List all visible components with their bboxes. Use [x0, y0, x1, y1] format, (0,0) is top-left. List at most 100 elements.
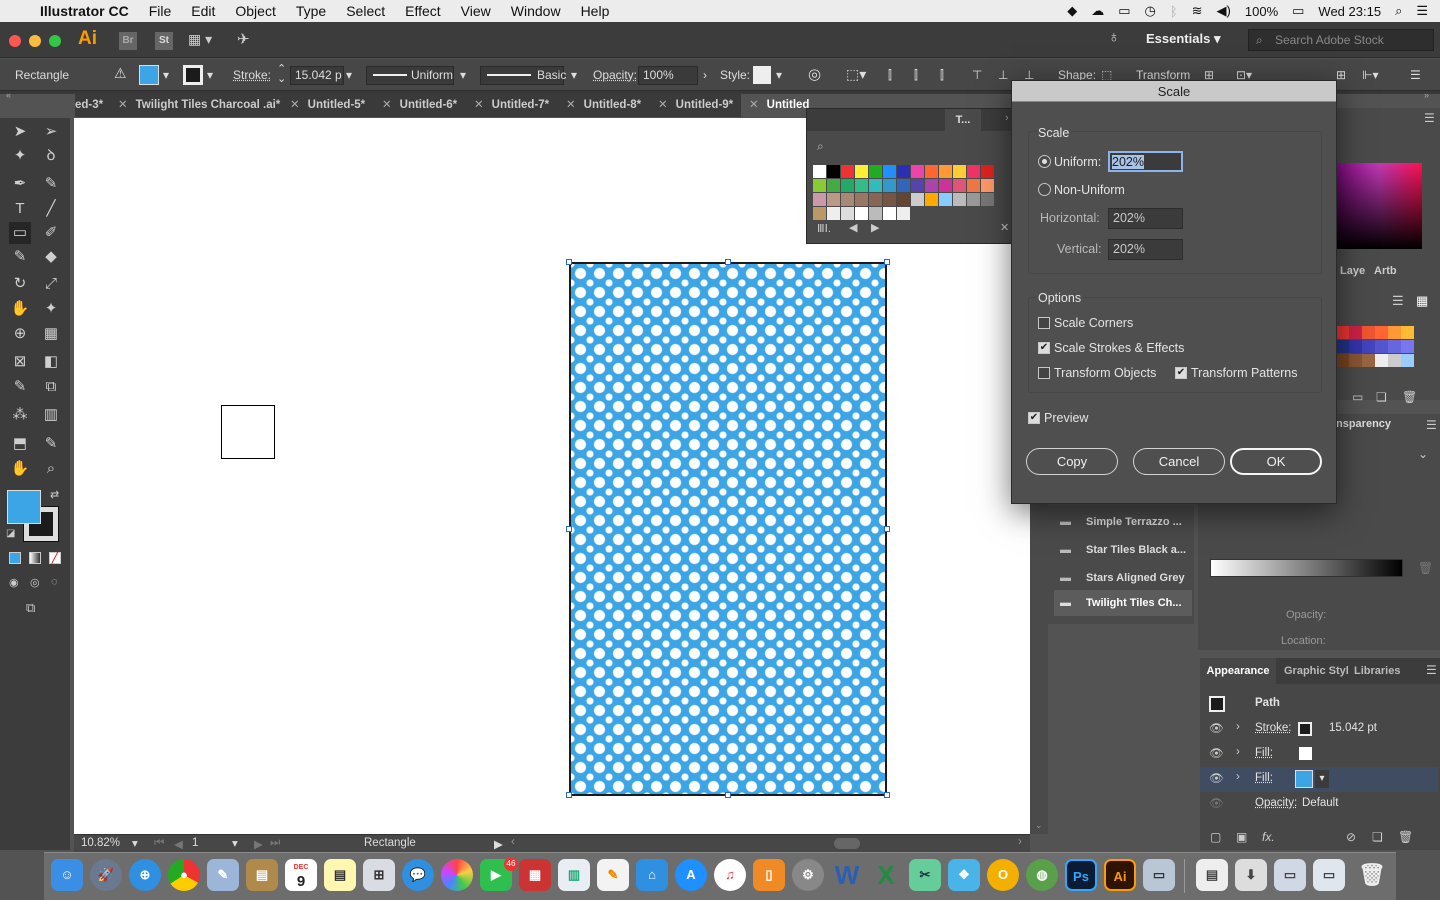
- curvature-tool-icon[interactable]: ✎: [40, 173, 62, 195]
- selection-handle[interactable]: [725, 792, 731, 798]
- slice-tool-icon[interactable]: ✎: [40, 433, 62, 455]
- selection-handle[interactable]: [725, 259, 731, 265]
- uniform-label[interactable]: Uniform:: [1054, 155, 1101, 169]
- library-item[interactable]: ▬ Simple Terrazzo ...: [1054, 510, 1192, 534]
- excel-icon[interactable]: X: [870, 859, 902, 891]
- eyedropper-tool-icon[interactable]: ✎: [9, 376, 31, 398]
- prev-artboard-icon[interactable]: ◀: [174, 837, 183, 851]
- perspective-grid-tool-icon[interactable]: ▦: [40, 323, 62, 345]
- preview-app-icon[interactable]: ✎: [207, 859, 239, 891]
- color-swatch[interactable]: [883, 193, 896, 206]
- color-swatch[interactable]: [1336, 340, 1349, 353]
- gradient-delete-icon[interactable]: 🗑: [1418, 561, 1433, 575]
- word-icon[interactable]: W: [831, 859, 863, 891]
- trash-icon[interactable]: 🗑: [1356, 859, 1388, 891]
- chrome-icon[interactable]: ●: [168, 859, 200, 891]
- launchpad-icon[interactable]: 🚀: [90, 859, 122, 891]
- stroke-label[interactable]: Stroke:: [233, 68, 271, 82]
- first-artboard-icon[interactable]: ⏮: [154, 837, 164, 850]
- line-tool-icon[interactable]: ╱: [40, 198, 62, 220]
- visibility-eye-icon[interactable]: 👁: [1209, 721, 1224, 735]
- selection-handle[interactable]: [566, 792, 572, 798]
- library-item-selected[interactable]: ▬ Twilight Tiles Ch...: [1054, 590, 1192, 616]
- gradient-bar[interactable]: [1210, 559, 1403, 577]
- color-swatch[interactable]: [967, 165, 980, 178]
- visibility-eye-icon[interactable]: 👁: [1209, 771, 1224, 785]
- tab-document-7[interactable]: ✕ Untitled-9*: [658, 94, 733, 117]
- draw-inside-icon[interactable]: ◌: [51, 576, 58, 588]
- display-app-icon[interactable]: ▭: [1143, 859, 1175, 891]
- volume-icon[interactable]: ◀): [1217, 3, 1231, 19]
- tab-document-5[interactable]: ✕ Untitled-7*: [474, 94, 549, 117]
- selection-handle[interactable]: [566, 526, 572, 532]
- add-effect-icon[interactable]: fx.: [1262, 830, 1275, 844]
- illustrator-dock-icon[interactable]: Ai: [1104, 859, 1136, 891]
- duplicate-item-icon[interactable]: ❏: [1372, 830, 1383, 844]
- menu-window[interactable]: Window: [501, 3, 571, 19]
- color-swatch[interactable]: [841, 165, 854, 178]
- color-swatch[interactable]: [827, 179, 840, 192]
- ibooks-icon[interactable]: ▯: [753, 859, 785, 891]
- color-swatch[interactable]: [1362, 340, 1375, 353]
- tab-artboards[interactable]: Artb: [1374, 265, 1397, 277]
- menu-type[interactable]: Type: [286, 3, 336, 19]
- align-right-icon[interactable]: ⫿: [940, 68, 944, 83]
- color-swatch[interactable]: [1362, 326, 1375, 339]
- rotate-tool-icon[interactable]: ↻: [9, 273, 31, 295]
- scroll-down-icon[interactable]: ⌄: [1035, 820, 1043, 831]
- shaper-tool-icon[interactable]: ✎: [9, 246, 31, 268]
- uniform-radio[interactable]: [1038, 155, 1051, 168]
- transform-patterns-label[interactable]: Transform Patterns: [1191, 366, 1298, 380]
- color-swatch[interactable]: [897, 165, 910, 178]
- profile-dropdown-icon[interactable]: ▾: [460, 68, 466, 82]
- horizontal-scale-input[interactable]: 202%: [1108, 208, 1183, 229]
- scale-strokes-checkbox[interactable]: ✔: [1038, 342, 1050, 354]
- color-swatch[interactable]: [841, 179, 854, 192]
- clear-appearance-icon[interactable]: ⊘: [1346, 830, 1356, 844]
- selection-handle[interactable]: [884, 526, 890, 532]
- graphic-style-swatch[interactable]: [753, 66, 771, 84]
- artboard-number-field[interactable]: 1: [192, 837, 198, 849]
- align-center-icon[interactable]: ⫿: [914, 68, 918, 83]
- tab-document-4[interactable]: ✕ Untitled-6*: [382, 94, 457, 117]
- align-to-icon[interactable]: ⬚▾: [846, 66, 866, 83]
- tab-graphic-styles[interactable]: Graphic Styl: [1284, 665, 1349, 677]
- photoshop-icon[interactable]: Ps: [1065, 859, 1097, 891]
- menu-select[interactable]: Select: [336, 3, 395, 19]
- non-uniform-radio[interactable]: [1038, 183, 1051, 196]
- new-layer-icon[interactable]: ▭: [1352, 390, 1363, 404]
- library-item[interactable]: ▬ Star Tiles Black a...: [1054, 538, 1192, 562]
- brush-dropdown-icon[interactable]: ▾: [571, 68, 577, 82]
- bridge-button[interactable]: Br: [119, 32, 137, 50]
- align-middle-icon[interactable]: ⊥: [998, 68, 1008, 82]
- scale-strokes-label[interactable]: Scale Strokes & Effects: [1054, 341, 1184, 355]
- blend-tool-icon[interactable]: ⧉: [40, 376, 62, 398]
- appearance-path-row[interactable]: Path: [1200, 692, 1438, 717]
- swatch-search-icon[interactable]: ⌕: [817, 139, 824, 154]
- non-uniform-label[interactable]: Non-Uniform: [1054, 183, 1125, 197]
- image-tool-icon[interactable]: ✂: [909, 859, 941, 891]
- color-swatch[interactable]: [897, 179, 910, 192]
- bluetooth-icon[interactable]: ᛒ: [1170, 4, 1178, 19]
- appearance-stroke-row[interactable]: 👁 › Stroke: 15.042 pt: [1200, 717, 1438, 742]
- pages-icon[interactable]: ✎: [597, 859, 629, 891]
- color-swatch[interactable]: [911, 165, 924, 178]
- display-icon[interactable]: ▭: [1118, 3, 1130, 19]
- color-swatch[interactable]: [1388, 340, 1401, 353]
- appearance-menu-icon[interactable]: ☰: [1426, 663, 1437, 677]
- color-swatch[interactable]: [827, 193, 840, 206]
- expand-chevron-icon[interactable]: ›: [1236, 746, 1240, 758]
- minimize-window-button[interactable]: [29, 35, 41, 47]
- style-dropdown-icon[interactable]: ▾: [776, 68, 782, 82]
- color-swatch[interactable]: [813, 193, 826, 206]
- swatch-rows[interactable]: [1336, 326, 1416, 370]
- transparency-menu-icon[interactable]: ☰: [1426, 418, 1437, 432]
- shape-builder-tool-icon[interactable]: ⊕: [9, 323, 31, 345]
- opacity-arrow-icon[interactable]: ›: [703, 68, 707, 82]
- collapse-right-icon[interactable]: »: [1424, 90, 1429, 100]
- gradient-tool-icon[interactable]: ◧: [40, 351, 62, 373]
- color-swatch[interactable]: [925, 179, 938, 192]
- color-swatch[interactable]: [1375, 340, 1388, 353]
- close-tab-icon[interactable]: ✕: [658, 99, 668, 111]
- selected-pattern-rectangle[interactable]: [569, 262, 887, 796]
